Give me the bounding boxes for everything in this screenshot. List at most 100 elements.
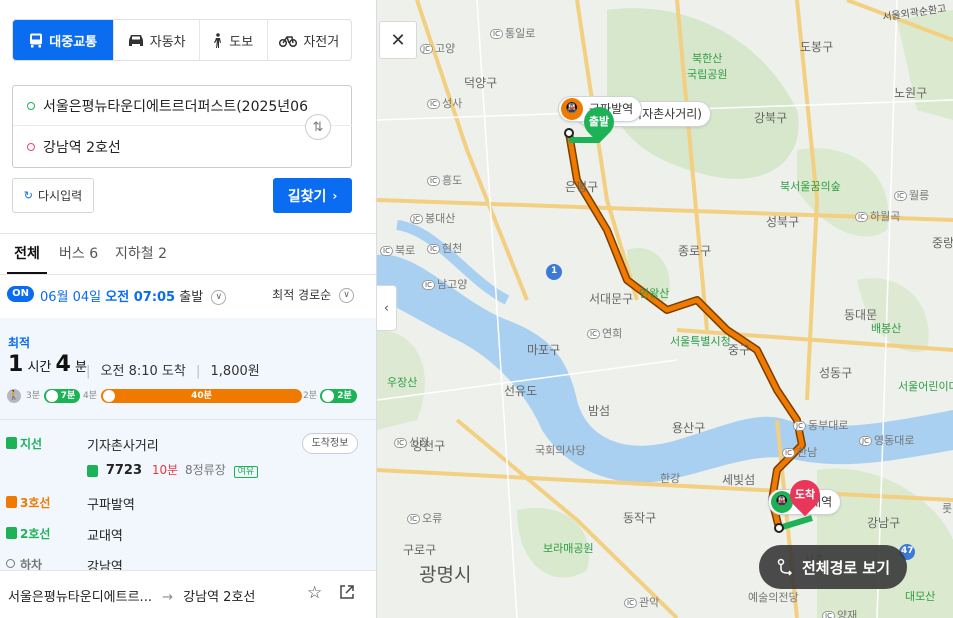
step-name: 기자촌사거리 [87, 439, 159, 454]
mode-transit-button[interactable]: 대중교통 [13, 20, 115, 60]
full-route-button[interactable]: 전체경로 보기 [759, 545, 907, 589]
map-label-usangsan: 우장산 [387, 376, 418, 389]
map-label-junggu: 중구 [728, 343, 751, 357]
segment-walk-2: 4분 [83, 391, 98, 401]
map-label-arts-center: 예술의전당 [748, 591, 799, 604]
realtime-on-badge[interactable]: ON [7, 286, 34, 302]
tab-bus[interactable]: 버스 6 [59, 234, 98, 274]
map-label-gangbuk: 강북구 [754, 111, 788, 125]
duration-hours: 1 [8, 352, 24, 377]
map-label-dongbudae: JC 동부대로 [793, 417, 848, 433]
map-label-goyang: JC 고양 [420, 40, 455, 56]
step-subway-line2: 2호선 교대역 [0, 525, 376, 545]
map-label-seonyudo: 선유도 [504, 384, 538, 398]
road-1-marker: 1 [551, 266, 558, 276]
reset-label: 다시입력 [38, 189, 83, 203]
arrow-right-icon: → [162, 590, 174, 605]
end-marker-label: 도착 [794, 488, 816, 501]
destination-dot-icon [27, 143, 35, 151]
map-label-mapo: 마포구 [527, 343, 561, 357]
map-label-seodaemun: 서대문구 [589, 292, 634, 306]
mode-car-button[interactable]: 자동차 [114, 20, 200, 60]
close-icon[interactable]: ✕ [379, 21, 417, 59]
transport-mode-tabs: 대중교통 자동차 도보 자전거 [12, 19, 352, 61]
duration-hours-unit: 시간 [27, 360, 52, 375]
origin-text: 서울은평뉴타운디에트르더퍼스트(2025년06 [43, 98, 308, 115]
map-label-boramae: 보라매공원 [543, 542, 594, 555]
mode-bicycle-label: 자전거 [303, 34, 340, 50]
arrival-time: 오전 8:10 도착 [100, 364, 186, 379]
map-label-bukseoul: 북서울꿈의숲 [780, 180, 841, 193]
step-name: 교대역 [87, 529, 123, 544]
route-input-box: 서울은평뉴타운디에트르더퍼스트(2025년06 강남역 2호선 ⇅ [12, 85, 352, 168]
map-label-eunpyeong: 은평구 [565, 180, 599, 194]
footer-from: 서울은평뉴타운디에트르... [8, 590, 152, 605]
share-icon[interactable] [339, 584, 357, 602]
map-label-gwanak: IC 관악 [624, 594, 659, 610]
chevron-left-icon[interactable]: ‹ [377, 285, 397, 331]
map-label-ori: IC 오류 [407, 510, 442, 526]
bus-icon [87, 464, 98, 477]
bus-stops: 8정류장 [184, 463, 226, 477]
map-view[interactable]: JC 고양 IC 통일로 덕양구 북한산 국립공원 도봉구 노원구 강북구 IC 성사 … [377, 0, 953, 618]
origin-dot-icon [27, 101, 35, 110]
origin-field[interactable]: 서울은평뉴타운디에트르더퍼스트(2025년06 [13, 86, 352, 126]
map-label-deokyang: 덕양구 [464, 76, 498, 90]
segment-subway-line3: 40분 [101, 389, 302, 403]
mode-walk-button[interactable]: 도보 [200, 20, 268, 60]
map-label-dongjak: 동작구 [623, 511, 657, 525]
map-label-hannam: IC 한남 [782, 444, 817, 460]
duration-minutes: 4 [55, 352, 71, 377]
arrival-info-button[interactable]: 도착정보 [302, 433, 358, 454]
map-label-hyeoncheon: IC 현천 [427, 240, 462, 256]
search-route-button[interactable]: 길찾기 › [273, 178, 352, 213]
map-label-bukhansan: 북한산 국립공원 [687, 52, 728, 81]
map-label-seoul-cityhall: 서울특별시청 [670, 335, 731, 348]
departure-time-selector[interactable]: 06월 04일 오전 07:05 출발 ∨ [40, 286, 227, 305]
map-label-gwangmyeong: 광명시 [419, 564, 472, 586]
map-label-daemosan: 대모산 [905, 590, 936, 603]
map-label-jungrang: 중랑 [932, 236, 953, 250]
step-subway-line3: 3호선 구파발역 [0, 494, 376, 514]
map-label-wolleung: IC 월릉 [894, 187, 929, 203]
result-tabs: 전체 버스 6 지하철 2 [0, 234, 376, 275]
bus-wait: 10분 [151, 463, 179, 477]
fare: 1,800원 [210, 364, 260, 379]
map-label-bamseom: 밤섬 [588, 404, 611, 418]
map-label-yeongdong: JC 영동대로 [859, 432, 914, 448]
departure-time: 오전 07:05 [105, 290, 176, 305]
car-icon [128, 34, 143, 46]
map-label-lotte: 롯 [942, 502, 953, 515]
map-label-yangcheon: 양천구 [412, 439, 446, 453]
search-label: 길찾기 [287, 188, 327, 205]
map-label-yangjae: IC 양재 [822, 607, 857, 618]
subway-icon [322, 390, 334, 402]
total-duration: 1 시간 4 분 [8, 352, 87, 377]
step-kind: 2호선 [20, 527, 51, 541]
subway-icon [6, 496, 17, 508]
directions-panel: 대중교통 자동차 도보 자전거 서울은평뉴타운디에트르더퍼스트(2025년06 … [0, 0, 377, 618]
segment-walk-1: 3분 [26, 391, 41, 401]
swap-icon[interactable]: ⇅ [305, 114, 331, 140]
tab-subway[interactable]: 지하철 2 [115, 234, 167, 274]
sort-selector[interactable]: 최적 경로순 ∨ [272, 286, 354, 303]
footer-route-summary: 서울은평뉴타운디에트르... → 강남역 2호선 [8, 586, 255, 605]
map-label-heungdo: IC 흥도 [427, 172, 462, 188]
bus-icon [30, 33, 43, 47]
mode-bicycle-button[interactable]: 자전거 [268, 20, 351, 60]
tab-all[interactable]: 전체 [7, 234, 47, 274]
walk-icon: 🚶 [7, 389, 21, 403]
chevron-down-icon: ∨ [211, 290, 227, 305]
segment-bar: 🚶 3분 7분 4분 40분 2분 2분 [7, 389, 357, 403]
bicycle-icon [279, 35, 298, 47]
destination-field[interactable]: 강남역 2호선 [13, 127, 303, 167]
star-icon[interactable]: ☆ [307, 584, 325, 602]
mode-car-label: 자동차 [149, 34, 186, 50]
best-route-label: 최적 [8, 336, 31, 350]
map-label-yeonhui: IC 연희 [587, 325, 622, 341]
map-label-baebongsan: 배봉산 [871, 322, 902, 335]
map-label-dobong: 도봉구 [800, 40, 834, 54]
reset-button[interactable]: ↻ 다시입력 [12, 178, 94, 213]
departure-suffix: 출발 [179, 290, 204, 305]
map-label-seongdong: 성동구 [819, 366, 853, 380]
